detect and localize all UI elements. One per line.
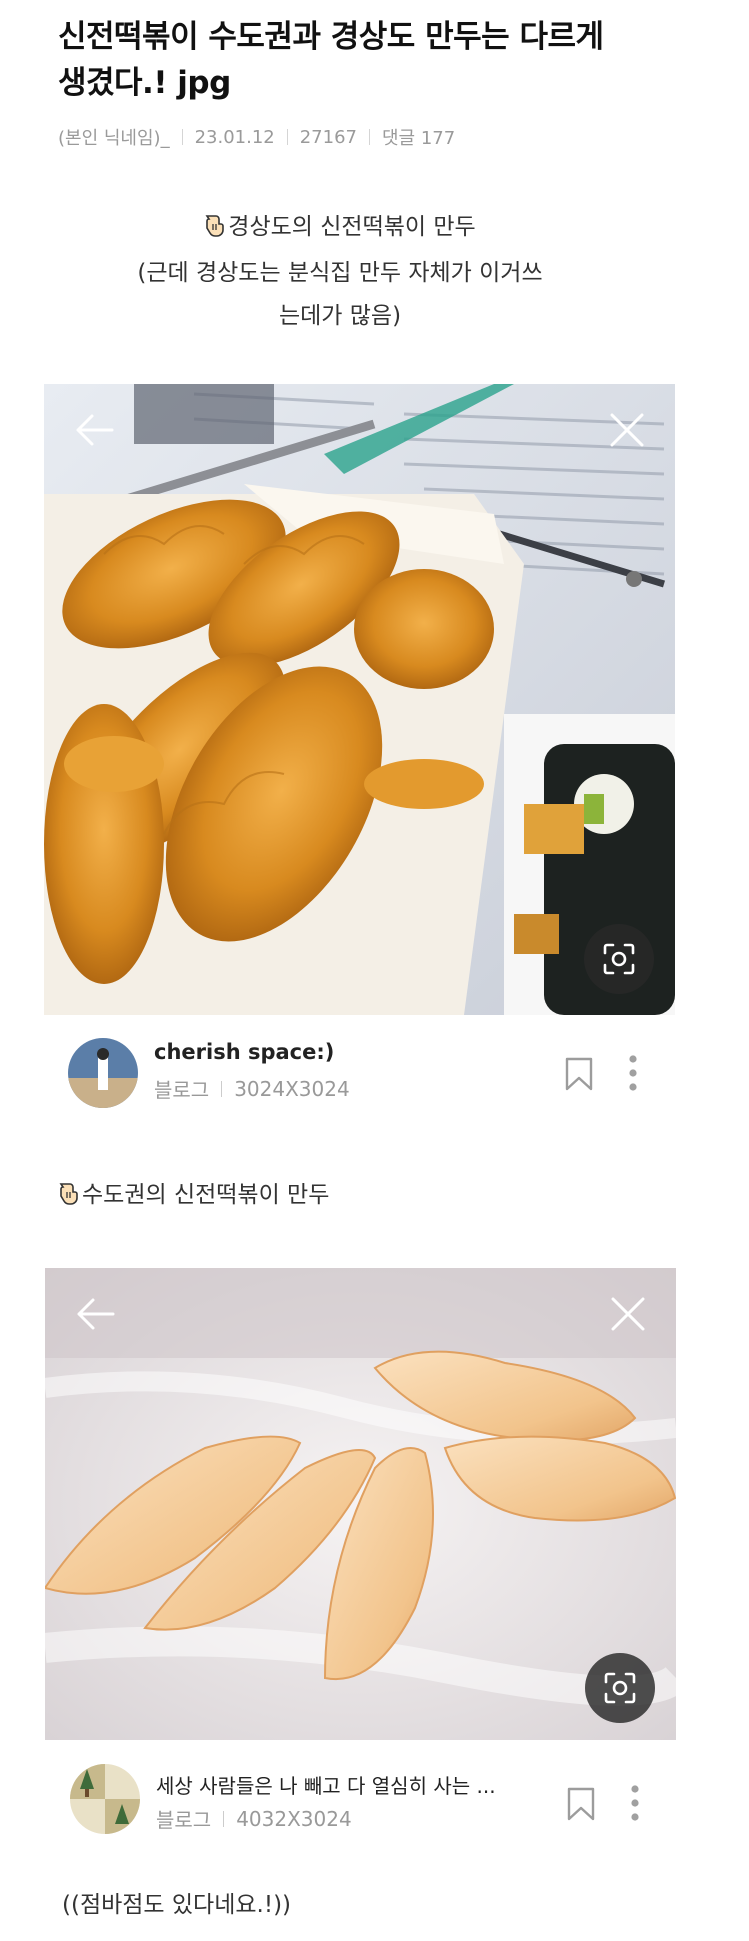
author-name[interactable]: (본인 닉네임)_ bbox=[58, 124, 170, 150]
source-name[interactable]: cherish space:) bbox=[154, 1040, 334, 1064]
section-2-text: 수도권의 신전떡볶이 만두 bbox=[58, 1174, 329, 1220]
image-size: 4032X3024 bbox=[236, 1806, 352, 1831]
view-count: 27167 bbox=[299, 126, 357, 148]
divider bbox=[221, 1080, 223, 1097]
hand-pointing-down-icon bbox=[58, 1177, 80, 1220]
image-size: 3024X3024 bbox=[234, 1076, 350, 1101]
post-meta: (본인 닉네임)_ 23.01.12 27167 댓글 177 bbox=[58, 124, 455, 150]
section-2-heading: 수도권의 신전떡볶이 만두 bbox=[82, 1182, 330, 1208]
source-info: 블로그 4032X3024 bbox=[156, 1804, 352, 1833]
hand-pointing-down-icon bbox=[204, 209, 226, 252]
photo-2-dumplings-seoul[interactable] bbox=[45, 1268, 676, 1740]
source-name[interactable]: 세상 사람들은 나 빼고 다 열심히 사는 ... bbox=[156, 1770, 496, 1799]
post-date: 23.01.12 bbox=[194, 126, 275, 148]
dumplings-photo-image bbox=[45, 1268, 676, 1740]
lens-search-icon[interactable] bbox=[585, 1653, 655, 1723]
section-1-note-line-2: 는데가 많음) bbox=[278, 303, 402, 329]
section-1-text: 경상도의 신전떡볶이 만두 (근데 경상도는 분식집 만두 자체가 이거쓰 는데… bbox=[40, 206, 640, 338]
post-title: 신전떡볶이 수도권과 경상도 만두는 다르게 생겼다.! jpg bbox=[58, 19, 604, 101]
lens-search-icon[interactable] bbox=[584, 924, 654, 994]
divider bbox=[223, 1810, 225, 1827]
back-arrow-icon[interactable] bbox=[75, 1296, 115, 1336]
close-icon[interactable] bbox=[609, 412, 645, 452]
image-source-card-1[interactable]: cherish space:) 블로그 3024X3024 bbox=[44, 1022, 675, 1122]
comment-count[interactable]: 댓글 177 bbox=[382, 124, 455, 150]
close-icon[interactable] bbox=[610, 1296, 646, 1336]
section-1-note-line-1: (근데 경상도는 분식집 만두 자체가 이거쓰 bbox=[137, 260, 543, 286]
more-vertical-icon[interactable] bbox=[630, 1784, 640, 1826]
avatar[interactable] bbox=[68, 1038, 138, 1108]
source-info: 블로그 3024X3024 bbox=[154, 1074, 350, 1103]
back-arrow-icon[interactable] bbox=[74, 412, 114, 452]
divider bbox=[286, 129, 288, 145]
footer-note: ((점바점도 있다네요.!)) bbox=[62, 1892, 292, 1918]
divider bbox=[181, 129, 183, 145]
source-type: 블로그 bbox=[154, 1078, 210, 1102]
bookmark-icon[interactable] bbox=[564, 1056, 594, 1096]
bookmark-icon[interactable] bbox=[566, 1786, 596, 1826]
more-vertical-icon[interactable] bbox=[628, 1054, 638, 1096]
source-type: 블로그 bbox=[156, 1808, 212, 1832]
section-1-heading: 경상도의 신전떡볶이 만두 bbox=[228, 214, 476, 240]
image-source-card-2[interactable]: 세상 사람들은 나 빼고 다 열심히 사는 ... 블로그 4032X3024 bbox=[44, 1748, 675, 1848]
divider bbox=[369, 129, 370, 145]
avatar[interactable] bbox=[70, 1764, 140, 1834]
photo-1-dumplings-gyeongsang[interactable] bbox=[44, 384, 675, 1015]
dumplings-photo-image bbox=[44, 384, 675, 1015]
